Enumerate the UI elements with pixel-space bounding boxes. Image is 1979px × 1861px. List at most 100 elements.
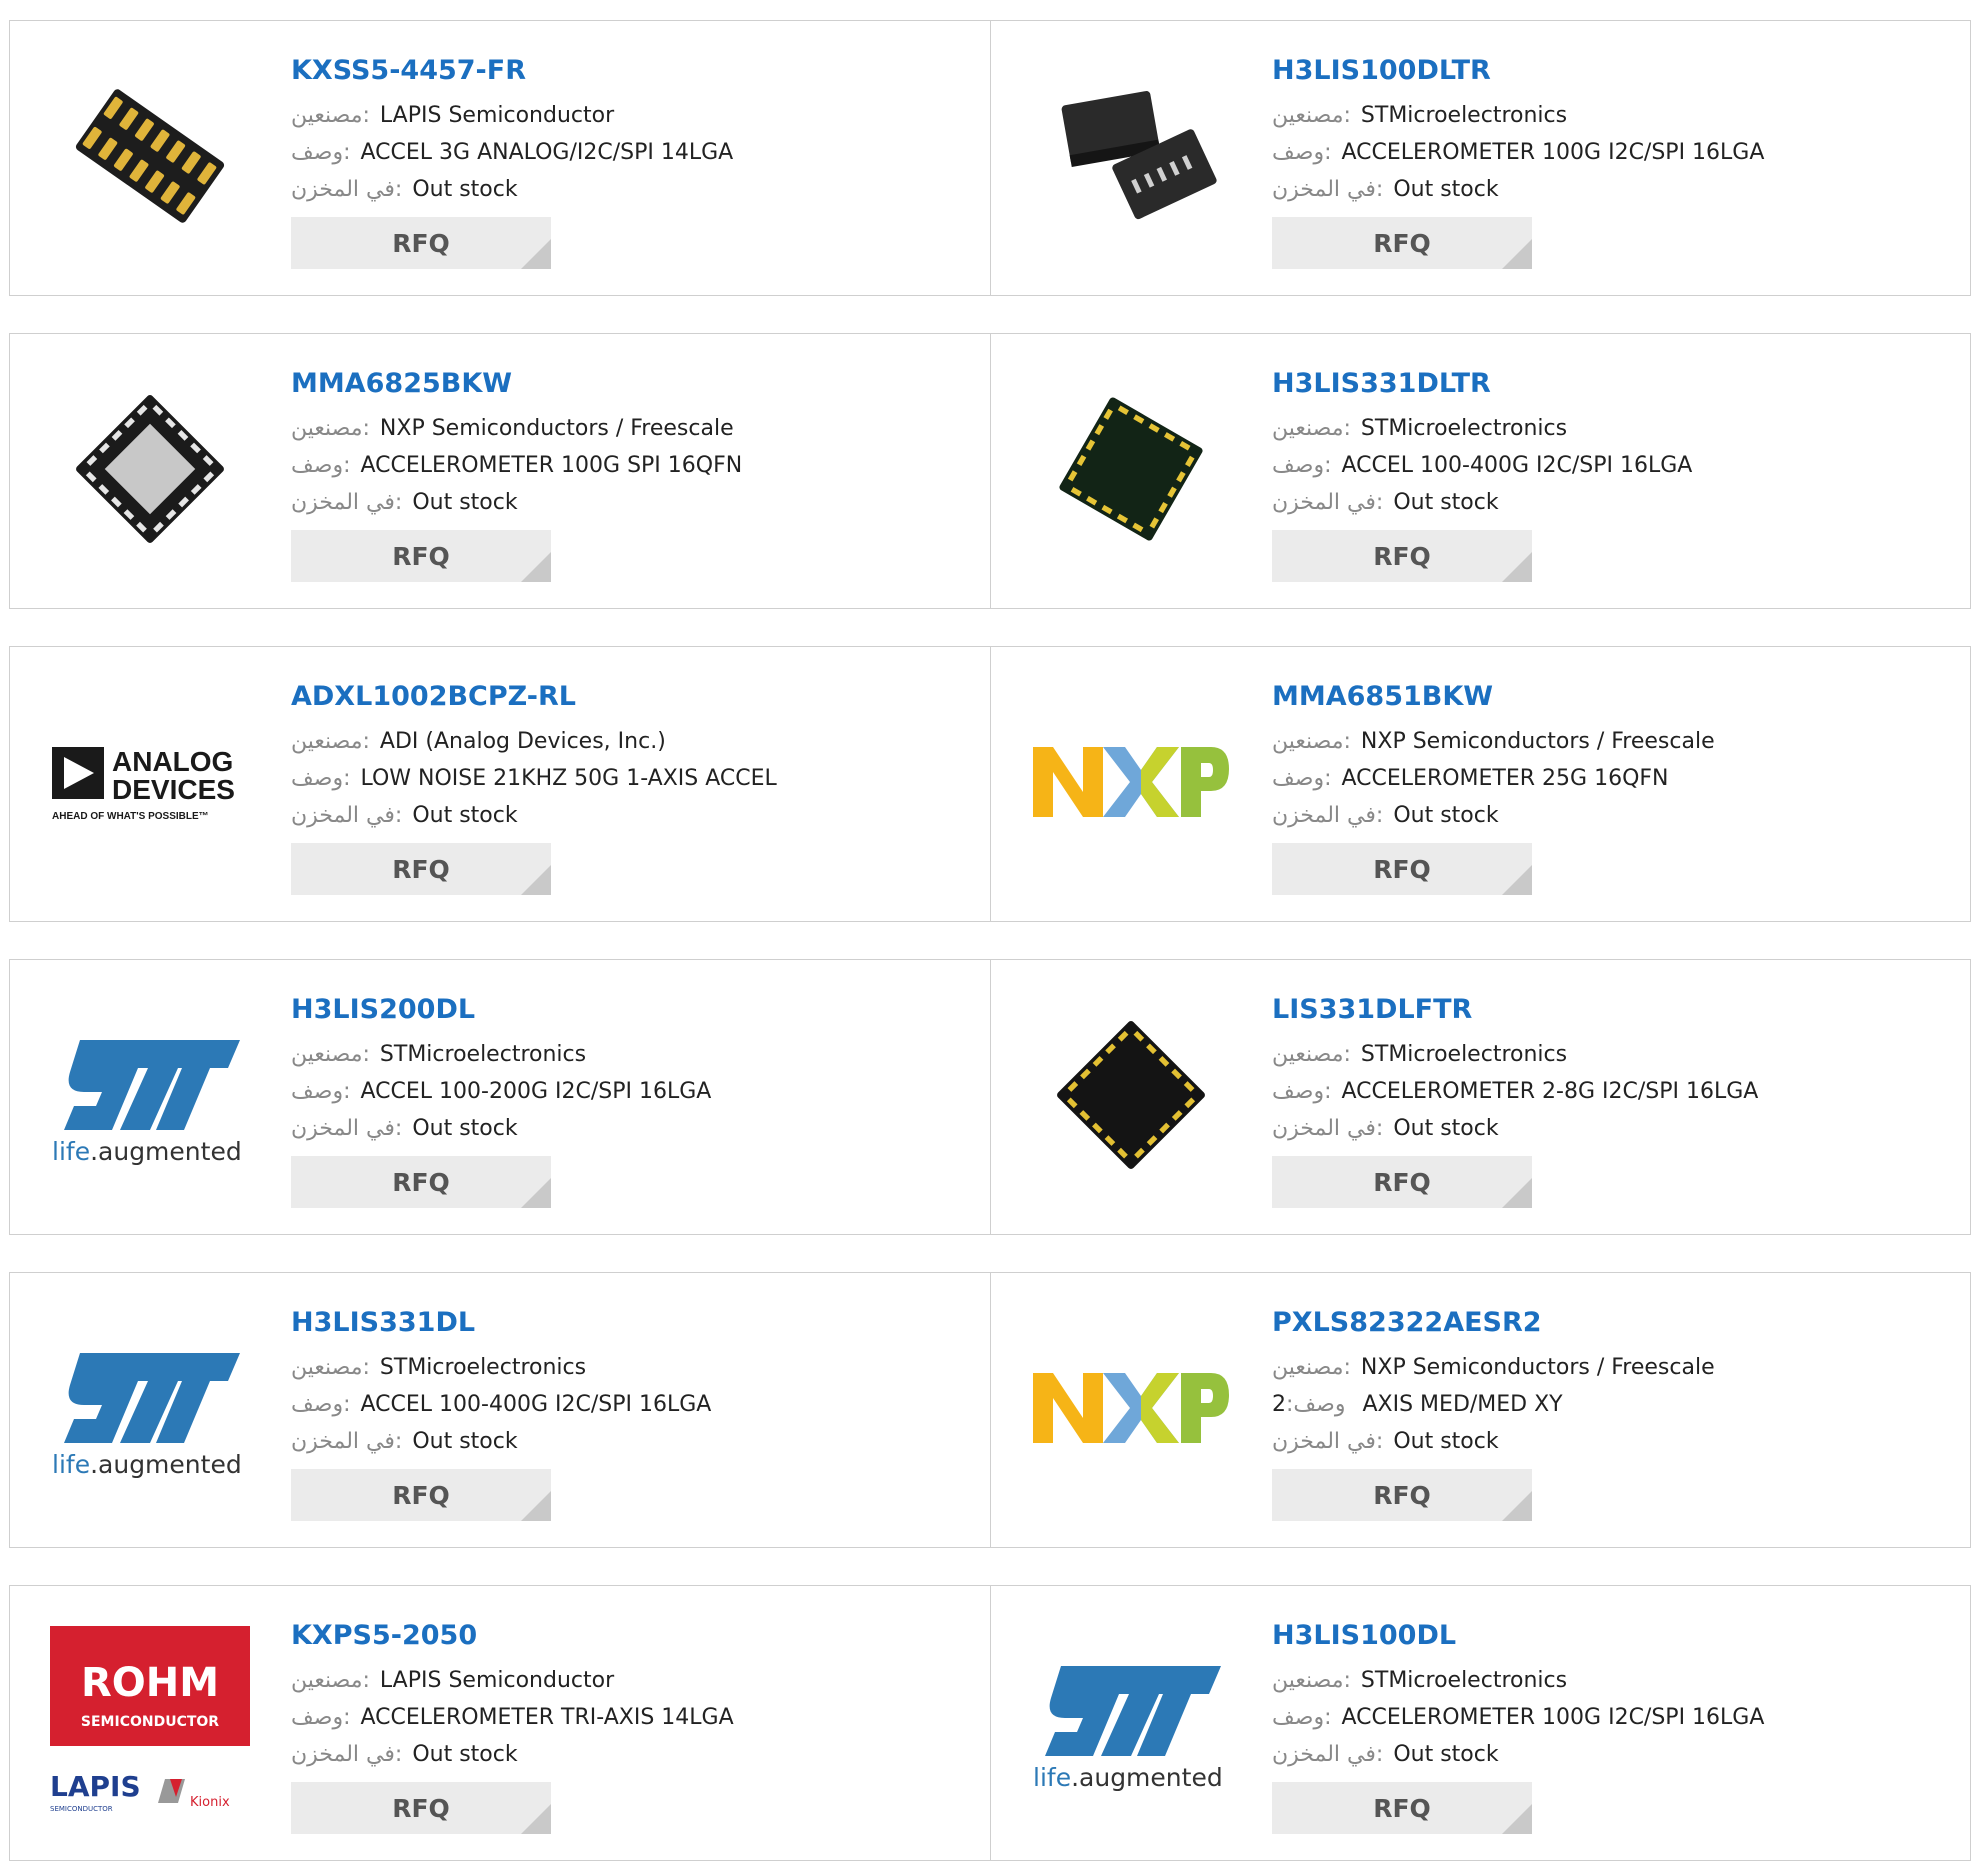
product-row: life.augmented H3LIS200DL مصنعين: STMicro… [9, 959, 1971, 1235]
product-info: MMA6851BKW مصنعين: NXP Semiconductors / F… [1272, 677, 1952, 895]
rfq-button[interactable]: RFQ [1272, 1782, 1532, 1834]
part-number-link[interactable]: KXSS5-4457-FR [291, 51, 971, 91]
manufacturer-label: مصنعين: [1272, 416, 1351, 441]
rfq-corner [1502, 1491, 1532, 1521]
description-value: ACCEL 3G ANALOG/I2C/SPI 14LGA [360, 140, 734, 165]
rfq-button[interactable]: RFQ [1272, 1156, 1532, 1208]
part-number-link[interactable]: LIS331DLFTR [1272, 990, 1952, 1030]
description-line: وصف: LOW NOISE 21KHZ 50G 1-AXIS ACCEL [291, 760, 971, 797]
manufacturer-label: مصنعين: [291, 416, 370, 441]
rfq-button[interactable]: RFQ [1272, 843, 1532, 895]
part-number-link[interactable]: MMA6851BKW [1272, 677, 1952, 717]
description-line: وصف: ACCEL 100-400G I2C/SPI 16LGA [291, 1386, 971, 1423]
stock-label: في المخزن: [291, 1429, 403, 1454]
part-number-link[interactable]: H3LIS200DL [291, 990, 971, 1030]
product-info: H3LIS200DL مصنعين: STMicroelectronics وصف… [291, 990, 971, 1208]
manufacturer-value: NXP Semiconductors / Freescale [1360, 1355, 1715, 1380]
svg-text:DEVICES: DEVICES [112, 774, 235, 805]
svg-text:Kionix: Kionix [190, 1795, 230, 1810]
description-label: وصف: [291, 1392, 351, 1417]
part-number-link[interactable]: H3LIS331DL [291, 1303, 971, 1343]
manufacturer-value: STMicroelectronics [1360, 103, 1568, 128]
product-row: KXSS5-4457-FR مصنعين: LAPIS Semiconductor… [9, 20, 1971, 296]
part-number-link[interactable]: ADXL1002BCPZ-RL [291, 677, 971, 717]
rfq-button[interactable]: RFQ [1272, 530, 1532, 582]
rfq-button[interactable]: RFQ [291, 1782, 551, 1834]
product-card: life.augmented H3LIS200DL مصنعين: STMicro… [10, 960, 990, 1234]
st-logo[interactable]: life.augmented [1031, 1621, 1231, 1821]
manufacturer-value: STMicroelectronics [1360, 416, 1568, 441]
product-info: KXSS5-4457-FR مصنعين: LAPIS Semiconductor… [291, 51, 971, 269]
rfq-button[interactable]: RFQ [291, 530, 551, 582]
manufacturer-line: مصنعين: LAPIS Semiconductor [291, 97, 971, 134]
rfq-button[interactable]: RFQ [291, 843, 551, 895]
description-line: وصف: ACCELEROMETER TRI-AXIS 14LGA [291, 1699, 971, 1736]
stock-value: Out stock [412, 1116, 518, 1141]
manufacturer-value: ADI (Analog Devices, Inc.) [379, 729, 666, 754]
rfq-corner [521, 552, 551, 582]
analog-devices-logo[interactable]: ANALOG DEVICES AHEAD OF WHAT'S POSSIBLE™ [50, 682, 250, 882]
rfq-corner [1502, 1178, 1532, 1208]
manufacturer-line: مصنعين: STMicroelectronics [1272, 97, 1952, 134]
rfq-button[interactable]: RFQ [291, 217, 551, 269]
chip-lga14-gold-pads[interactable] [50, 56, 250, 256]
description-line: وصف: ACCELEROMETER 100G I2C/SPI 16LGA [1272, 1699, 1952, 1736]
rfq-button[interactable]: RFQ [1272, 1469, 1532, 1521]
description-label: وصف: [1272, 140, 1332, 165]
description-label: وصف: [1272, 1079, 1332, 1104]
two-chips-lga16[interactable] [1031, 56, 1231, 256]
nxp-logo[interactable] [1031, 682, 1231, 882]
svg-text:ANALOG: ANALOG [112, 746, 233, 777]
rfq-label: RFQ [392, 1793, 450, 1823]
stock-label: في المخزن: [1272, 490, 1384, 515]
stock-value: Out stock [1393, 803, 1499, 828]
manufacturer-value: NXP Semiconductors / Freescale [1360, 729, 1715, 754]
stock-value: Out stock [1393, 490, 1499, 515]
nxp-logo[interactable] [1031, 1308, 1231, 1508]
stock-line: في المخزن: Out stock [291, 1736, 971, 1773]
manufacturer-line: مصنعين: NXP Semiconductors / Freescale [291, 410, 971, 447]
stock-value: Out stock [412, 1429, 518, 1454]
product-card: ANALOG DEVICES AHEAD OF WHAT'S POSSIBLE™… [10, 647, 990, 921]
st-logo[interactable]: life.augmented [50, 1308, 250, 1508]
part-number-link[interactable]: H3LIS331DLTR [1272, 364, 1952, 404]
chip-lga16-green[interactable] [1031, 369, 1231, 569]
stock-value: Out stock [1393, 1429, 1499, 1454]
svg-text:life.augmented: life.augmented [52, 1450, 242, 1479]
chip-qfn16-grey[interactable] [50, 369, 250, 569]
description-line: وصف: ACCELEROMETER 100G I2C/SPI 16LGA [1272, 134, 1952, 171]
part-number-link[interactable]: H3LIS100DL [1272, 1616, 1952, 1656]
rfq-corner [521, 865, 551, 895]
product-card: MMA6851BKW مصنعين: NXP Semiconductors / F… [990, 647, 1970, 921]
stock-label: في المخزن: [1272, 1116, 1384, 1141]
manufacturer-value: STMicroelectronics [1360, 1042, 1568, 1067]
rfq-label: RFQ [1373, 228, 1431, 258]
part-number-link[interactable]: KXPS5-2050 [291, 1616, 971, 1656]
rfq-corner [521, 1804, 551, 1834]
stock-value: Out stock [1393, 1742, 1499, 1767]
stock-value: Out stock [412, 803, 518, 828]
description-value: ACCEL 100-400G I2C/SPI 16LGA [360, 1392, 712, 1417]
product-card: life.augmented H3LIS100DL مصنعين: STMicro… [990, 1586, 1970, 1860]
description-label: وصف: [1272, 766, 1332, 791]
manufacturer-line: مصنعين: STMicroelectronics [291, 1036, 971, 1073]
part-number-link[interactable]: H3LIS100DLTR [1272, 51, 1952, 91]
manufacturer-value: LAPIS Semiconductor [379, 1668, 615, 1693]
st-logo[interactable]: life.augmented [50, 995, 250, 1195]
manufacturer-line: مصنعين: LAPIS Semiconductor [291, 1662, 971, 1699]
stock-label: في المخزن: [1272, 177, 1384, 202]
chip-lga16-black[interactable] [1031, 995, 1231, 1195]
svg-text:SEMICONDUCTOR: SEMICONDUCTOR [81, 1714, 219, 1730]
description-label: وصف: [291, 140, 351, 165]
rfq-button[interactable]: RFQ [291, 1469, 551, 1521]
stock-label: في المخزن: [291, 1742, 403, 1767]
part-number-link[interactable]: PXLS82322AESR2 [1272, 1303, 1952, 1343]
rfq-button[interactable]: RFQ [1272, 217, 1532, 269]
stock-line: في المخزن: Out stock [1272, 1423, 1952, 1460]
manufacturer-label: مصنعين: [1272, 103, 1351, 128]
rfq-button[interactable]: RFQ [291, 1156, 551, 1208]
rohm-lapis-kionix-logo[interactable]: ROHM SEMICONDUCTOR LAPIS SEMICONDUCTOR K… [50, 1621, 250, 1821]
product-row: ROHM SEMICONDUCTOR LAPIS SEMICONDUCTOR K… [9, 1585, 1971, 1861]
description-value: ACCELEROMETER TRI-AXIS 14LGA [360, 1705, 734, 1730]
part-number-link[interactable]: MMA6825BKW [291, 364, 971, 404]
